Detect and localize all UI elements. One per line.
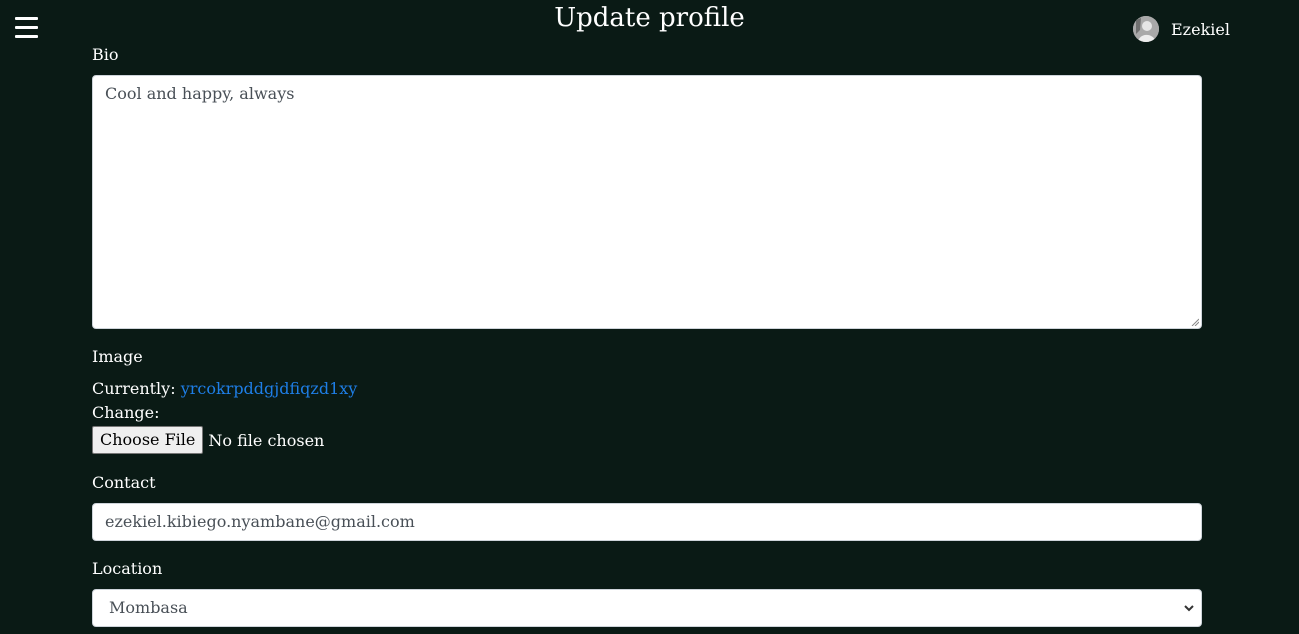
bio-value: Cool and happy, always	[105, 84, 295, 103]
file-status: No file chosen	[208, 430, 325, 450]
current-image-row: Currently: yrcokrpddgjdfiqzd1xy	[92, 379, 357, 399]
user-menu[interactable]: Ezekiel	[1133, 16, 1230, 42]
bio-textarea[interactable]: Cool and happy, always	[92, 75, 1202, 329]
contact-input[interactable]: ezekiel.kibiego.nyambane@gmail.com	[92, 503, 1202, 541]
update-profile-page: Update profile Ezekiel Bio Cool and happ…	[0, 0, 1299, 634]
contact-label: Contact	[92, 473, 156, 492]
current-image-link[interactable]: yrcokrpddgjdfiqzd1xy	[181, 379, 358, 398]
location-label: Location	[92, 559, 163, 578]
resize-grip-icon[interactable]	[1191, 318, 1199, 326]
chevron-down-icon	[1184, 605, 1194, 612]
file-input[interactable]: Choose File No file chosen	[92, 426, 324, 454]
contact-value: ezekiel.kibiego.nyambane@gmail.com	[105, 512, 415, 531]
currently-label: Currently:	[92, 379, 176, 398]
choose-file-button[interactable]: Choose File	[92, 426, 204, 454]
page-title: Update profile	[554, 3, 745, 33]
location-selected: Mombasa	[109, 598, 188, 617]
user-avatar	[1133, 16, 1159, 42]
username: Ezekiel	[1171, 19, 1230, 39]
image-label: Image	[92, 347, 143, 366]
change-label: Change:	[92, 403, 160, 422]
location-select[interactable]: Mombasa	[92, 589, 1202, 627]
bio-label: Bio	[92, 45, 119, 64]
